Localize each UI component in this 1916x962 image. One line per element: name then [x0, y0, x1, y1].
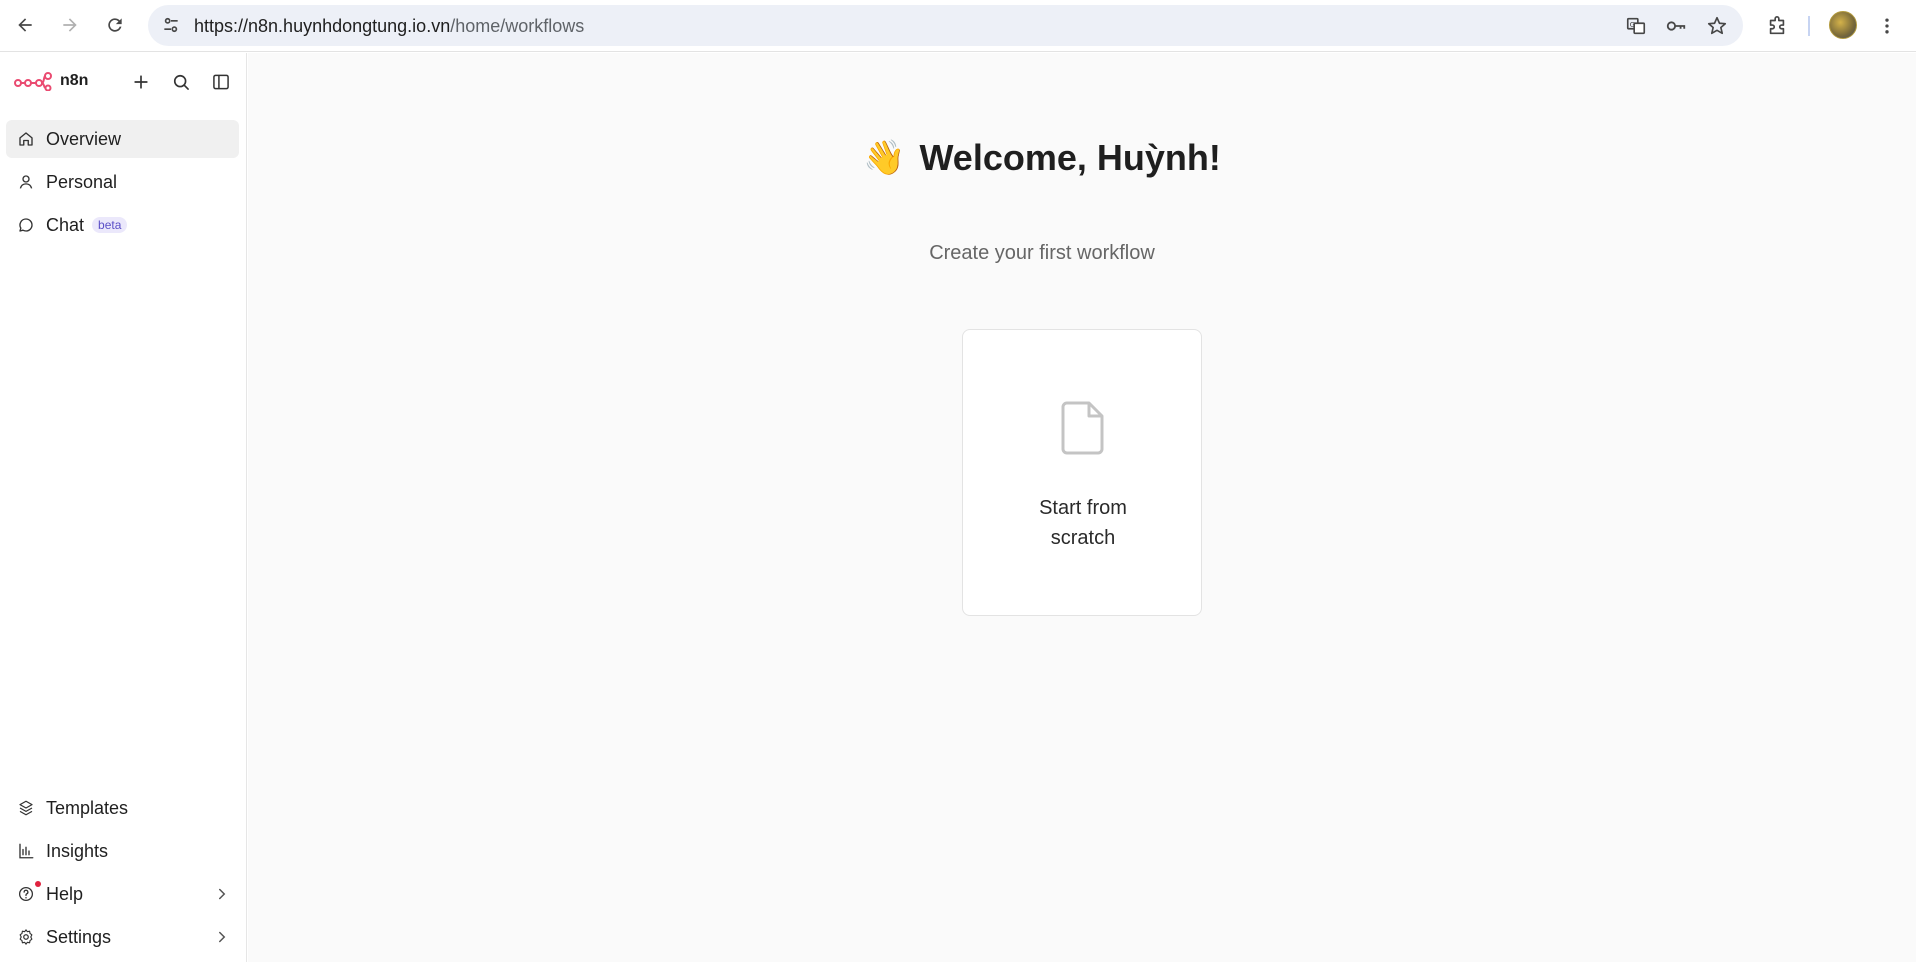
more-vert-icon — [1885, 18, 1889, 34]
templates-icon — [16, 798, 36, 818]
sidebar-item-label: Help — [46, 883, 84, 904]
browser-menu-button[interactable] — [1872, 11, 1902, 41]
user-icon — [16, 172, 36, 192]
reload-icon — [108, 18, 122, 32]
chevron-right-icon — [219, 888, 226, 900]
reload-button[interactable] — [99, 9, 131, 41]
welcome-text: Welcome, Huỳnh! — [919, 137, 1221, 178]
plus-icon — [134, 75, 148, 89]
forward-button[interactable] — [54, 9, 86, 41]
chevron-right-icon — [219, 931, 226, 943]
arrow-left-icon — [18, 18, 32, 32]
sidebar-item-label: Chat — [46, 214, 85, 235]
sidebar-toggle-icon — [213, 74, 229, 90]
address-bar[interactable]: https://n8n.huynhdongtung.io.vn/home/wor… — [148, 5, 1743, 46]
chat-icon — [16, 215, 36, 235]
svg-text:G: G — [1630, 20, 1636, 29]
help-icon — [16, 884, 36, 904]
search-icon — [173, 74, 189, 90]
back-button[interactable] — [9, 9, 41, 41]
extensions-button[interactable] — [1762, 11, 1792, 41]
star-icon — [1707, 16, 1727, 35]
sidebar-item-label: Overview — [46, 128, 122, 149]
key-icon — [1666, 21, 1686, 31]
sidebar-item-insights[interactable]: Insights — [6, 832, 239, 870]
notification-dot — [35, 881, 41, 887]
create-button[interactable] — [129, 70, 153, 94]
main-content: 👋 Welcome, Huỳnh! Create your first work… — [248, 53, 1916, 962]
sidebar-item-label: Settings — [46, 926, 112, 947]
translate-button[interactable]: G — [1622, 12, 1650, 40]
sidebar-item-label: Templates — [46, 797, 129, 818]
puzzle-icon — [1769, 16, 1785, 35]
arrow-right-icon — [63, 18, 77, 32]
password-key-button[interactable] — [1662, 12, 1690, 40]
sidebar-item-label: Personal — [46, 171, 118, 192]
sidebar-item-templates[interactable]: Templates — [6, 789, 239, 827]
file-icon — [1061, 401, 1104, 455]
card-label: Start from scratch — [1039, 497, 1127, 549]
sidebar-item-overview[interactable]: Overview — [6, 120, 239, 158]
bookmark-star-button[interactable] — [1703, 12, 1731, 40]
collapse-sidebar-button[interactable] — [209, 70, 233, 94]
browser-toolbar: https://n8n.huynhdongtung.io.vn/home/wor… — [0, 0, 1916, 52]
search-button[interactable] — [169, 70, 193, 94]
tune-icon — [164, 17, 178, 33]
url-host: https://n8n.huynhdongtung.io.vn — [194, 16, 451, 36]
page-subtitle: Create your first workflow — [929, 242, 1155, 264]
start-from-scratch-card[interactable]: Start from scratch — [962, 329, 1202, 616]
sidebar-item-settings[interactable]: Settings — [6, 918, 239, 956]
sidebar: n8n Overview Personal Chat beta Template… — [0, 53, 247, 962]
sidebar-item-chat[interactable]: Chat beta — [6, 206, 239, 244]
insights-icon — [16, 841, 36, 861]
home-icon — [16, 129, 36, 149]
sidebar-item-help[interactable]: Help — [6, 875, 239, 913]
url-text[interactable]: https://n8n.huynhdongtung.io.vn/home/wor… — [194, 16, 584, 37]
gear-icon — [16, 927, 36, 947]
n8n-logo-icon — [14, 72, 52, 91]
toolbar-divider — [1808, 16, 1810, 36]
wave-emoji: 👋 — [863, 139, 906, 177]
profile-avatar[interactable] — [1829, 11, 1857, 39]
url-path: /home/workflows — [450, 16, 585, 36]
sidebar-item-personal[interactable]: Personal — [6, 163, 239, 201]
brand-name: n8n — [60, 72, 89, 89]
translate-icon: G — [1626, 17, 1646, 35]
sidebar-item-label: Insights — [46, 840, 109, 861]
welcome-heading: 👋 Welcome, Huỳnh! — [248, 137, 1916, 179]
site-info-button[interactable] — [156, 10, 186, 40]
brand[interactable]: n8n — [14, 71, 88, 91]
beta-badge: beta — [92, 217, 128, 233]
